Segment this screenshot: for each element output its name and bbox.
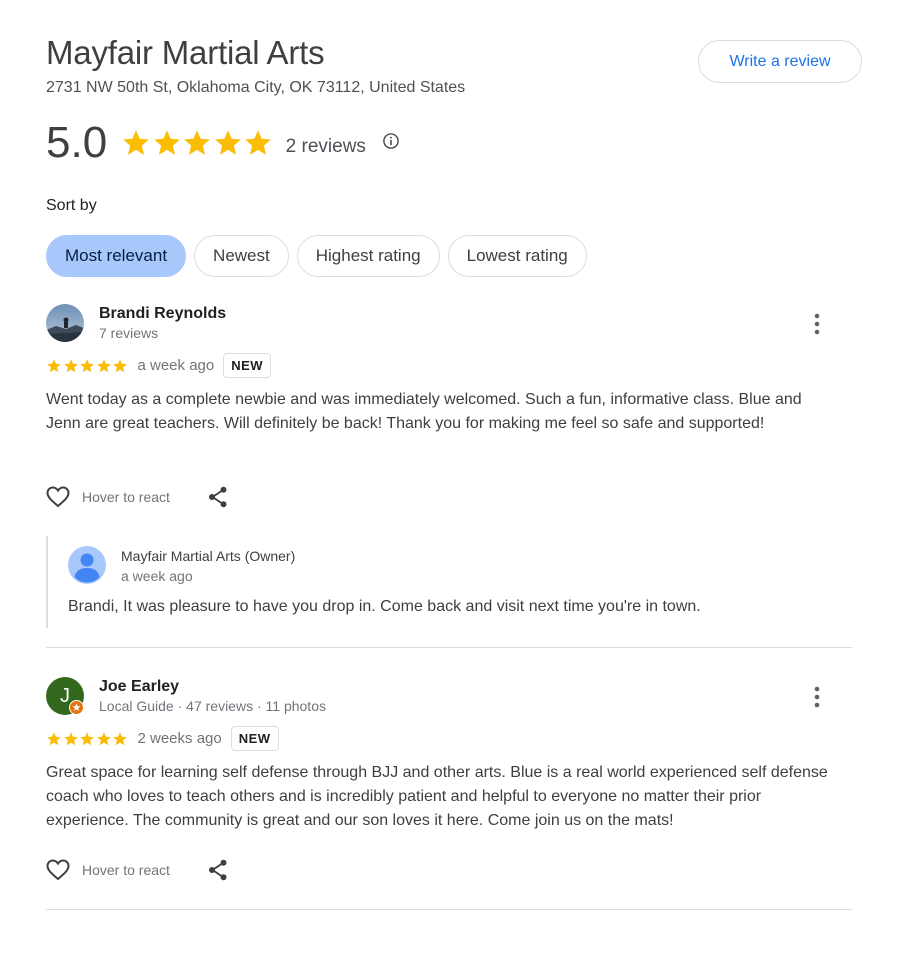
react-label[interactable]: Hover to react: [82, 862, 170, 878]
heart-icon[interactable]: [46, 486, 70, 508]
star-icon: [80, 358, 94, 372]
rating-value: 5.0: [46, 118, 108, 167]
sort-chip-lowest-rating[interactable]: Lowest rating: [447, 235, 587, 277]
divider: [46, 909, 852, 910]
star-icon: [96, 731, 111, 745]
star-icon: [123, 130, 150, 155]
star-icon: [184, 130, 211, 155]
reviewer-meta[interactable]: 7 reviews: [99, 325, 158, 341]
star-icon: [153, 130, 180, 155]
review-card: Brandi Reynolds 7 reviews a week ago NEW…: [46, 304, 852, 634]
review-text: Went today as a complete newbie and was …: [46, 391, 802, 432]
more-options-icon[interactable]: [808, 312, 826, 336]
sort-chip-highest-rating[interactable]: Highest rating: [296, 235, 440, 277]
star-icon: [113, 731, 127, 745]
review-card: J Joe Earley Local Guide · 47 reviews · …: [46, 677, 852, 897]
sort-chip-newest[interactable]: Newest: [194, 235, 289, 277]
star-icon: [245, 130, 272, 155]
star-icon: [63, 731, 78, 745]
review-stars: [46, 731, 129, 747]
sort-chip-most-relevant[interactable]: Most relevant: [46, 235, 187, 277]
star-icon: [63, 358, 78, 372]
share-icon[interactable]: [208, 486, 228, 508]
new-badge: NEW: [230, 726, 279, 751]
more-options-icon[interactable]: [808, 685, 826, 709]
business-address: 2731 NW 50th St, Oklahoma City, OK 73112…: [46, 79, 466, 96]
divider: [46, 647, 852, 648]
review-actions: Hover to react: [46, 859, 228, 881]
sort-chips: Most relevant Newest Highest rating Lowe…: [46, 235, 595, 277]
local-guide-badge-icon: [69, 700, 84, 715]
star-icon: [80, 731, 94, 745]
reviewer-name[interactable]: Brandi Reynolds: [99, 305, 226, 323]
share-icon[interactable]: [208, 859, 228, 881]
rating-summary: 5.0 2 reviews: [46, 118, 400, 168]
review-date: a week ago: [137, 357, 215, 374]
review-stars: [46, 358, 129, 374]
star-icon: [214, 130, 241, 155]
owner-avatar-icon: [68, 546, 106, 584]
new-badge: NEW: [223, 353, 272, 378]
review-text: Great space for learning self defense th…: [46, 764, 828, 829]
avatar[interactable]: [46, 304, 84, 342]
star-icon: [47, 731, 61, 745]
owner-reply-text: Brandi, It was pleasure to have you drop…: [68, 598, 701, 615]
react-label[interactable]: Hover to react: [82, 489, 170, 505]
owner-name: Mayfair Martial Arts (Owner): [121, 548, 296, 564]
review-actions: Hover to react: [46, 486, 228, 508]
owner-reply: Mayfair Martial Arts (Owner) a week ago …: [46, 536, 806, 628]
info-icon[interactable]: [382, 132, 400, 150]
reviewer-name[interactable]: Joe Earley: [99, 678, 179, 696]
sort-by-label: Sort by: [46, 197, 97, 214]
review-date: 2 weeks ago: [137, 730, 222, 747]
avatar[interactable]: J: [46, 677, 84, 715]
review-count[interactable]: 2 reviews: [286, 136, 366, 158]
star-icon: [113, 358, 127, 372]
star-icon: [96, 358, 111, 372]
rating-stars: [121, 128, 274, 158]
owner-reply-date: a week ago: [121, 568, 193, 584]
business-title: Mayfair Martial Arts: [46, 34, 325, 71]
write-review-button[interactable]: Write a review: [698, 40, 862, 83]
heart-icon[interactable]: [46, 859, 70, 881]
reviewer-meta[interactable]: Local Guide · 47 reviews · 11 photos: [99, 698, 326, 714]
review-rating-line: a week ago NEW: [46, 353, 272, 378]
review-rating-line: 2 weeks ago NEW: [46, 726, 279, 751]
star-icon: [47, 358, 61, 372]
